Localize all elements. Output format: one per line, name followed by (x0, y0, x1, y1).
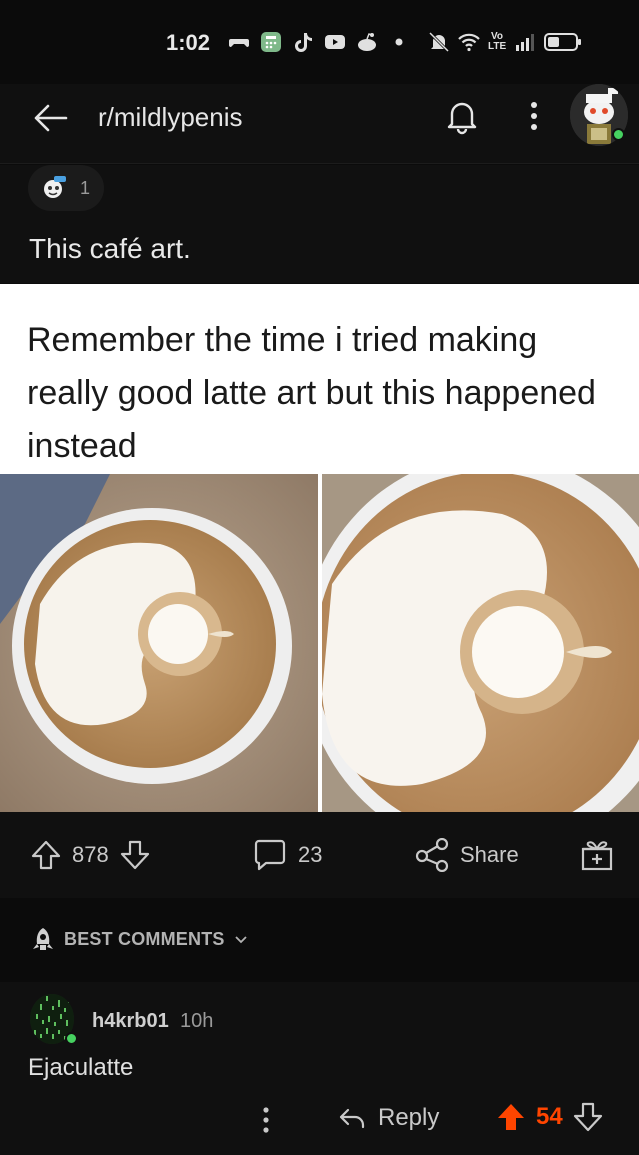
dot-icon (395, 38, 403, 46)
comment-count: 23 (298, 842, 323, 867)
comment-username[interactable]: h4krb01 (92, 1010, 169, 1033)
latte-art-image (0, 474, 318, 812)
status-bar: 1:02 Vo LTE (0, 0, 639, 84)
comment-body: Ejaculatte (28, 1054, 134, 1081)
more-options-icon[interactable] (520, 96, 548, 136)
latte-photo-left (0, 474, 318, 812)
commenter-online-dot (65, 1032, 78, 1045)
notification-bell-icon[interactable] (442, 96, 482, 136)
reply-button[interactable]: Reply (338, 1104, 439, 1132)
comments-sort-bar: BEST COMMENTS (0, 898, 639, 982)
downvote-icon[interactable] (119, 839, 151, 871)
post-header: 1 This café art. (0, 165, 639, 283)
award-icon (44, 176, 66, 198)
latte-photo-right (322, 474, 639, 812)
comments-button[interactable]: 23 (252, 839, 323, 871)
share-label: Share (460, 842, 519, 867)
comment-score: 54 (536, 1103, 563, 1130)
calculator-app-icon (261, 32, 281, 52)
signal-icon (516, 34, 534, 51)
bell-muted-icon (428, 31, 450, 53)
status-time: 1:02 (166, 30, 211, 55)
comment-more-icon[interactable] (256, 1104, 276, 1136)
youtube-icon (325, 35, 345, 49)
comment-sort-button[interactable]: BEST COMMENTS (30, 926, 249, 952)
game-controller-icon (229, 39, 249, 47)
comment-downvote-icon[interactable] (573, 1102, 603, 1132)
upvote-icon[interactable] (30, 839, 62, 871)
tiktok-icon (295, 33, 312, 52)
comment-timestamp: 10h (180, 1010, 214, 1032)
latte-art-closeup-image (322, 474, 639, 812)
wifi-icon (458, 33, 480, 52)
comment-vote-group: 54 (496, 1102, 603, 1132)
reddit-icon (358, 33, 376, 51)
reply-label: Reply (378, 1104, 440, 1131)
upvote-active-icon[interactable] (496, 1102, 526, 1132)
post-image-caption-area[interactable]: Remember the time i tried making really … (0, 284, 639, 474)
chevron-down-icon (234, 936, 247, 944)
post-image[interactable] (0, 474, 639, 812)
volte-icon: Vo LTE (488, 31, 507, 52)
upvote-count: 878 (72, 842, 109, 867)
award-count: 1 (80, 177, 91, 198)
subreddit-header: r/mildlypenis (0, 84, 639, 164)
back-arrow-icon[interactable] (30, 98, 70, 138)
give-award-button[interactable] (580, 840, 614, 871)
gift-icon (581, 841, 613, 871)
subreddit-name[interactable]: r/mildlypenis (98, 102, 243, 133)
battery-icon (544, 33, 581, 51)
comment-action-bar: Reply 54 (0, 1100, 639, 1140)
reply-arrow-icon (339, 1108, 365, 1129)
rocket-icon (33, 928, 53, 950)
post-action-bar: 878 23 Share (0, 812, 639, 898)
online-status-dot (612, 128, 625, 141)
comment: h4krb01 10h Ejaculatte Reply 54 (0, 982, 639, 1155)
vote-group: 878 (30, 840, 151, 870)
comment-bubble-icon (254, 839, 286, 871)
award-pill[interactable]: 1 (28, 165, 104, 211)
share-icon (415, 838, 449, 872)
comment-sort-label: BEST COMMENTS (64, 928, 225, 949)
post-title: This café art. (29, 233, 191, 264)
share-button[interactable]: Share (414, 838, 519, 872)
post-image-caption: Remember the time i tried making really … (27, 321, 596, 465)
